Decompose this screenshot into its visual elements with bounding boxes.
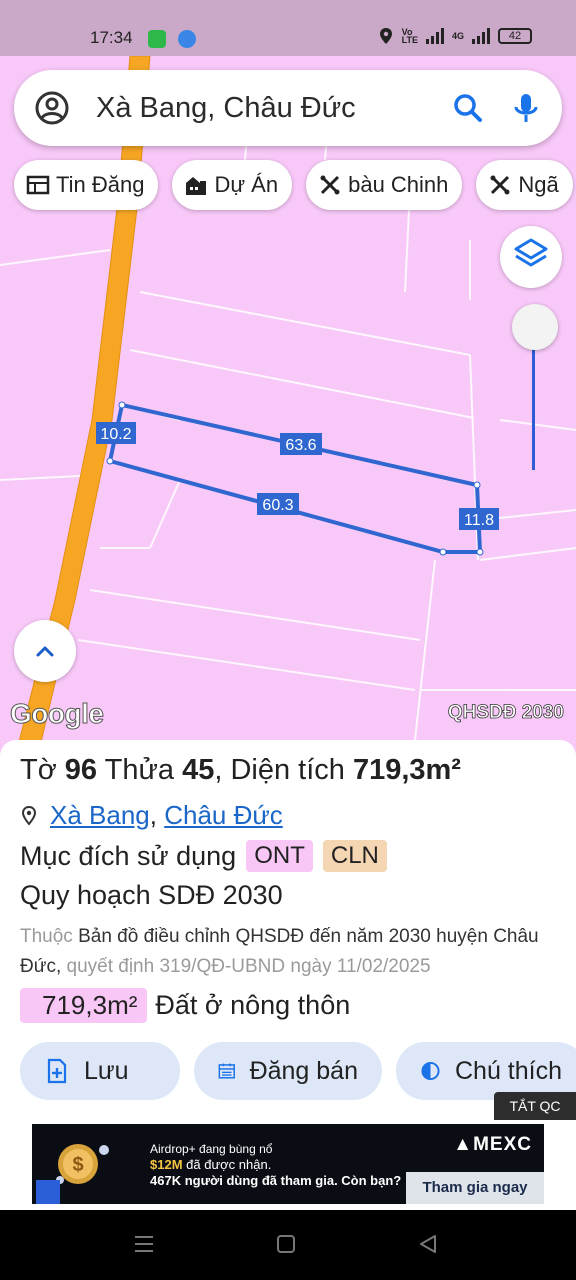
purpose-label: Mục đích sử dụng <box>20 840 237 871</box>
location-icon <box>379 28 392 44</box>
land-area-row: 719,3m² Đất ở nông thôn <box>20 988 350 1023</box>
ad-brand: ▲MEXC <box>453 1134 532 1155</box>
filter-chips: Tin Đăng Dự Án bàu Chinh Ngã <box>14 160 573 212</box>
district-link[interactable]: Châu Đức <box>164 800 283 830</box>
land-type: Đất ở nông thôn <box>155 990 351 1020</box>
ad-choices-icon[interactable] <box>36 1180 60 1204</box>
title-prefix: Tờ <box>20 754 57 786</box>
chip-label: Tin Đăng <box>56 172 145 197</box>
svg-text:$: $ <box>72 1154 83 1176</box>
signal-icon-2 <box>472 28 490 44</box>
parcel-area: 719,3m² <box>352 754 461 786</box>
google-logo: Google <box>9 698 104 730</box>
calendar-icon <box>218 1063 235 1079</box>
layers-button[interactable] <box>500 226 562 288</box>
purpose-row: Mục đích sử dụng ONT CLN <box>20 840 387 872</box>
chip-label: bàu Chinh <box>348 172 449 197</box>
legend-label: Chú thích <box>454 1056 562 1085</box>
search-icon[interactable] <box>448 88 488 128</box>
edge-label-3: 60.3 <box>262 497 293 514</box>
status-bar: 17:34 Vo LTE 4G 42 <box>0 0 576 56</box>
purpose-badge-cln: CLN <box>322 840 387 872</box>
search-bar[interactable]: Xà Bang, Châu Đức <box>14 70 562 146</box>
post-label: Đăng bán <box>249 1056 358 1085</box>
chip-label: Ngã <box>518 172 559 197</box>
layers-icon <box>514 238 548 267</box>
account-icon[interactable] <box>34 90 70 126</box>
system-nav-bar <box>0 1210 576 1280</box>
plan-title: Quy hoạch SDĐ 2030 <box>20 880 283 910</box>
status-indicators: Vo LTE 4G 42 <box>378 27 532 45</box>
signal-icon <box>425 28 444 44</box>
parcel-title: Tờ 96 Thửa 45, Diện tích 719,3m² <box>20 754 461 787</box>
edge-label-1: 10.2 <box>100 426 131 443</box>
parcel-number: 45 <box>182 754 215 786</box>
map-layer-label: QHSDĐ 2030 <box>447 702 564 724</box>
add-file-icon <box>47 1058 67 1084</box>
menu-icon[interactable] <box>134 1234 154 1254</box>
app-notification-icon-2 <box>178 30 196 48</box>
ad-amount: $12M <box>150 1157 183 1172</box>
tools-icon <box>320 175 340 195</box>
chip-du-an[interactable]: Dự Án <box>172 160 293 210</box>
location-pin-icon <box>21 805 37 826</box>
chip-bau-chinh[interactable]: bàu Chinh <box>306 160 463 210</box>
ward-link[interactable]: Xà Bang <box>50 800 150 830</box>
back-icon[interactable] <box>418 1234 438 1254</box>
ad-line-2: $12M đã được nhận. <box>150 1157 271 1172</box>
tools-icon <box>490 175 510 195</box>
save-label: Lưu <box>84 1056 129 1085</box>
ad-close-button[interactable]: TẮT QC <box>494 1092 576 1120</box>
plan-source-prefix: Thuộc <box>20 926 73 947</box>
expand-button[interactable] <box>14 620 76 682</box>
battery-icon: 42 <box>498 28 532 44</box>
ad-line-1: Airdrop+ đang bùng nổ <box>150 1142 273 1156</box>
home-icon[interactable] <box>276 1234 296 1254</box>
coin-icon: $ <box>56 1144 109 1184</box>
volte-icon: Vo LTE <box>401 27 418 45</box>
ad-banner[interactable]: $ Airdrop+ đang bùng nổ $12M đã được nhậ… <box>32 1124 544 1204</box>
opacity-slider-knob[interactable] <box>512 304 558 350</box>
land-area-badge: 719,3m² <box>20 988 148 1023</box>
sheet-number: 96 <box>64 754 98 786</box>
purpose-badge-ont: ONT <box>246 840 313 872</box>
action-buttons: Lưu Đăng bán Chú thích <box>20 1042 576 1100</box>
chip-nga[interactable]: Ngã <box>476 160 573 210</box>
plan-description: Thuộc Bản đồ điều chỉnh QHSDĐ đến năm 20… <box>20 922 560 982</box>
edge-label-2: 63.6 <box>285 437 316 454</box>
ad-line-3: 467K người dùng đã tham gia. Còn bạn? <box>150 1173 402 1188</box>
mic-icon[interactable] <box>506 88 546 128</box>
ad-brand-text: MEXC <box>473 1134 532 1155</box>
search-input[interactable]: Xà Bang, Châu Đức <box>96 92 356 125</box>
app-notification-icon <box>148 30 166 48</box>
chip-label: Dự Án <box>214 172 279 197</box>
chip-tin-dang[interactable]: Tin Đăng <box>14 160 159 210</box>
ad-line-2-rest: đã được nhận. <box>182 1157 272 1172</box>
edge-label-4: 11.8 <box>464 512 494 529</box>
save-button[interactable]: Lưu <box>20 1042 180 1100</box>
network-type: 4G <box>451 31 464 41</box>
location-row: Xà Bang, Châu Đức <box>20 800 283 831</box>
title-mid: Thửa <box>104 754 174 786</box>
status-time: 17:34 <box>90 28 133 47</box>
building-icon <box>186 177 207 195</box>
post-for-sale-button[interactable]: Đăng bán <box>194 1042 382 1100</box>
plan-decision: quyết định 319/QĐ-UBND ngày 11/02/2025 <box>66 956 431 977</box>
ad-cta-button[interactable]: Tham gia ngay <box>406 1172 544 1204</box>
listing-icon <box>26 175 50 195</box>
title-area-label: , Diện tích <box>214 754 345 786</box>
chevron-up-icon <box>36 646 54 657</box>
contrast-icon <box>421 1061 440 1081</box>
